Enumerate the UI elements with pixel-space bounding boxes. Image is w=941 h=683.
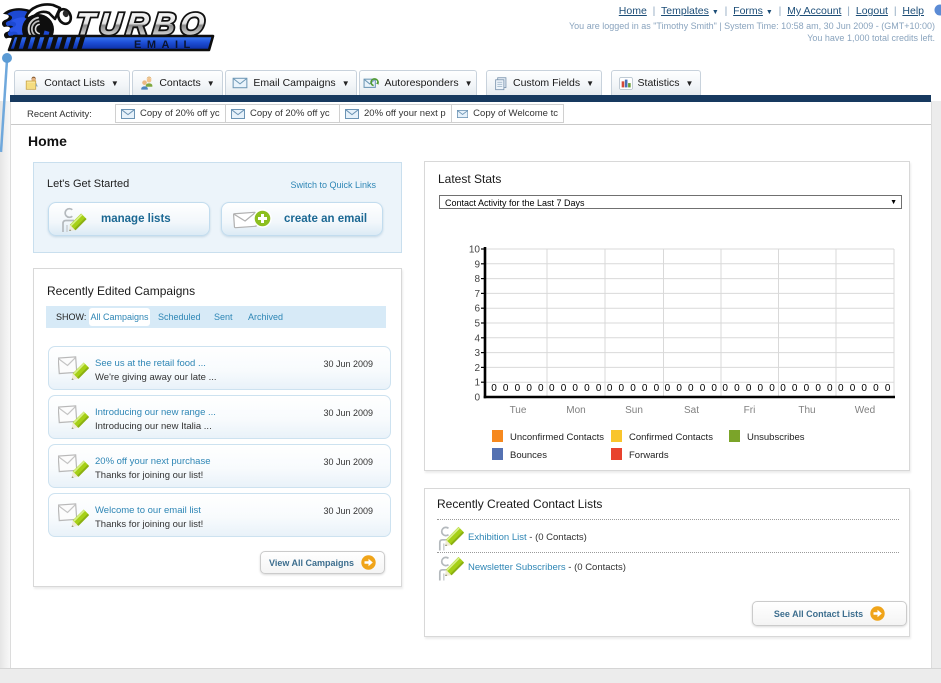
svg-text:0: 0: [596, 383, 602, 394]
svg-text:0: 0: [642, 383, 648, 394]
svg-text:0: 0: [769, 383, 775, 394]
svg-text:0: 0: [584, 383, 590, 394]
svg-text:0: 0: [619, 383, 625, 394]
svg-text:Tue: Tue: [510, 405, 527, 416]
svg-text:0: 0: [607, 383, 613, 394]
svg-text:0: 0: [474, 393, 480, 404]
svg-text:0: 0: [873, 383, 879, 394]
svg-text:Thu: Thu: [798, 405, 815, 416]
svg-text:Sat: Sat: [684, 405, 699, 416]
svg-text:0: 0: [885, 383, 891, 394]
svg-text:0: 0: [561, 383, 567, 394]
svg-text:5: 5: [474, 319, 480, 330]
svg-text:0: 0: [538, 383, 544, 394]
svg-text:6: 6: [474, 304, 480, 315]
svg-text:0: 0: [838, 383, 844, 394]
svg-text:0: 0: [827, 383, 833, 394]
svg-text:0: 0: [526, 383, 532, 394]
svg-text:0: 0: [861, 383, 867, 394]
svg-text:Fri: Fri: [744, 405, 756, 416]
svg-text:0: 0: [734, 383, 740, 394]
svg-text:0: 0: [515, 383, 521, 394]
svg-text:0: 0: [792, 383, 798, 394]
svg-text:0: 0: [746, 383, 752, 394]
svg-text:4: 4: [474, 333, 480, 344]
svg-text:0: 0: [503, 383, 509, 394]
svg-text:0: 0: [700, 383, 706, 394]
svg-text:0: 0: [780, 383, 786, 394]
svg-text:Wed: Wed: [855, 405, 875, 416]
svg-text:0: 0: [758, 383, 764, 394]
svg-text:Sun: Sun: [625, 405, 643, 416]
svg-text:10: 10: [469, 245, 481, 256]
svg-text:0: 0: [688, 383, 694, 394]
svg-text:0: 0: [711, 383, 717, 394]
svg-text:0: 0: [722, 383, 728, 394]
svg-text:0: 0: [665, 383, 671, 394]
svg-text:0: 0: [815, 383, 821, 394]
svg-text:7: 7: [474, 289, 480, 300]
svg-text:0: 0: [630, 383, 636, 394]
svg-text:9: 9: [474, 259, 480, 270]
svg-text:2: 2: [474, 363, 480, 374]
svg-text:Mon: Mon: [566, 405, 585, 416]
svg-text:TURBO: TURBO: [74, 7, 211, 42]
svg-text:8: 8: [474, 274, 480, 285]
svg-text:0: 0: [654, 383, 660, 394]
svg-text:3: 3: [474, 348, 480, 359]
svg-text:1: 1: [474, 378, 480, 389]
svg-text:0: 0: [676, 383, 682, 394]
svg-text:0: 0: [804, 383, 810, 394]
svg-text:0: 0: [491, 383, 497, 394]
svg-text:0: 0: [850, 383, 856, 394]
svg-text:0: 0: [572, 383, 578, 394]
svg-text:0: 0: [549, 383, 555, 394]
